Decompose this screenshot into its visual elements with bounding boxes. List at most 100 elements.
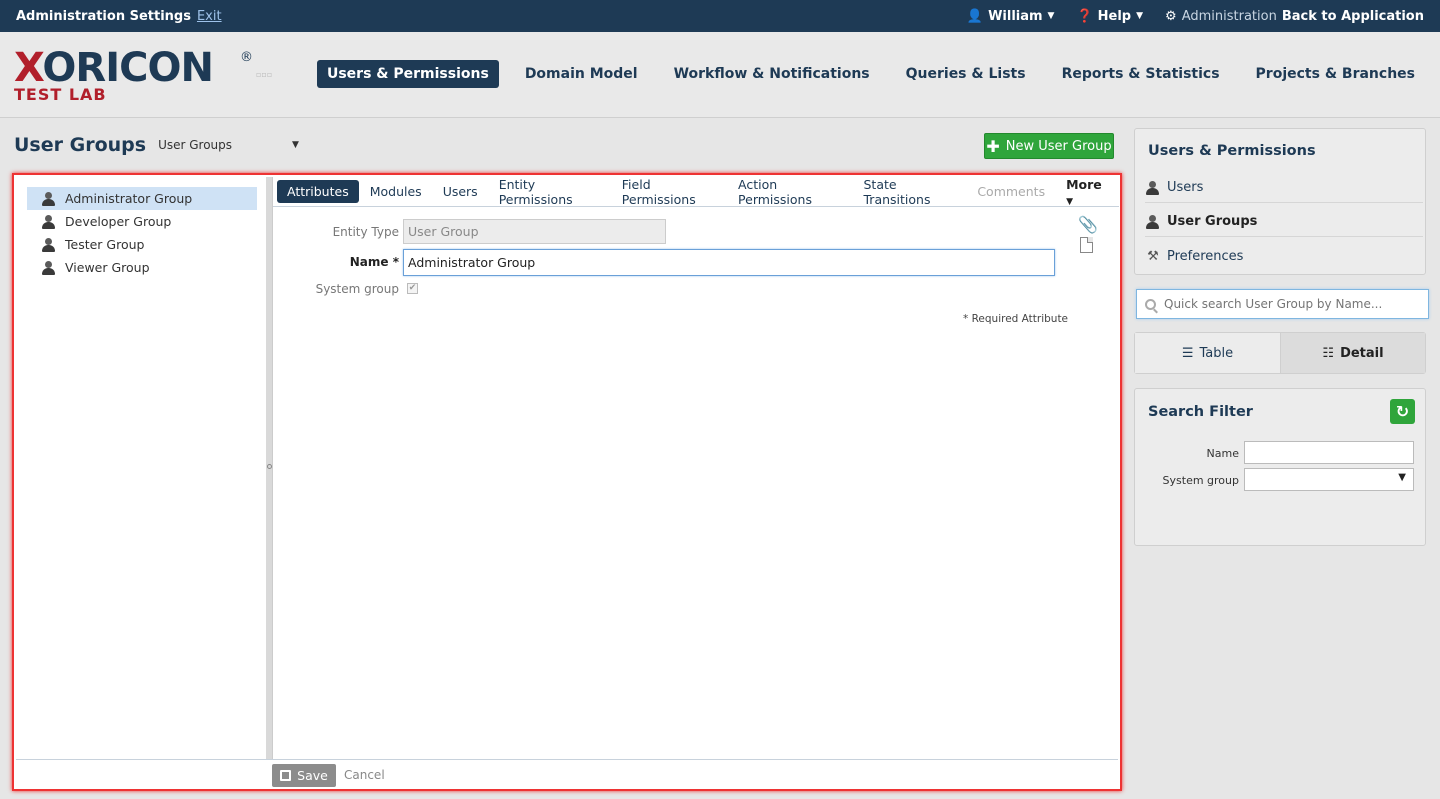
tree-node-tester-group[interactable]: Tester Group xyxy=(27,233,257,256)
tree-node-viewer-group[interactable]: Viewer Group xyxy=(27,256,257,279)
top-bar: Administration Settings Exit 👤 William ▼… xyxy=(0,0,1440,32)
users-permissions-box: Users & Permissions Users User Groups ⚒ … xyxy=(1134,128,1426,275)
chevron-down-icon: ▼ xyxy=(292,140,299,150)
nav-reports-statistics[interactable]: Reports & Statistics xyxy=(1052,60,1230,88)
user-icon xyxy=(1145,180,1161,195)
tools-icon: ⚒ xyxy=(1147,248,1159,264)
entity-type-field: User Group xyxy=(403,219,666,244)
system-group-label: System group xyxy=(315,282,399,296)
filter-name-input[interactable] xyxy=(1244,441,1414,464)
sidebar-item-users[interactable]: Users xyxy=(1145,173,1423,203)
logo-dots-icon: ▫▫▫ xyxy=(256,70,273,79)
tab-users[interactable]: Users xyxy=(433,180,488,203)
tree-node-label: Administrator Group xyxy=(65,191,193,206)
quick-search xyxy=(1136,289,1429,319)
tab-attributes[interactable]: Attributes xyxy=(277,180,359,203)
search-filter-header: Search Filter xyxy=(1148,404,1253,420)
help-menu[interactable]: ❓ Help ▼ xyxy=(1076,9,1143,24)
detail-tabs: Attributes Modules Users Entity Permissi… xyxy=(273,177,1119,207)
gear-icon: ⚙ xyxy=(1165,8,1177,24)
top-bar-right: 👤 William ▼ ❓ Help ▼ ⚙ Administration Ba… xyxy=(967,0,1424,32)
chevron-down-icon: ▼ xyxy=(1398,472,1406,483)
plus-icon: ✚ xyxy=(986,136,1000,156)
tree-node-label: Tester Group xyxy=(65,237,145,252)
detail-view-button[interactable]: ☷ Detail xyxy=(1280,333,1425,373)
logo-registered-mark: ® xyxy=(240,50,253,65)
admin-label: Administration xyxy=(1181,8,1277,24)
search-filter-box: Search Filter ↻ Name System group ▼ xyxy=(1134,388,1426,546)
required-attribute-note: * Required Attribute xyxy=(963,313,1069,325)
detail-view-label: Detail xyxy=(1340,345,1384,361)
user-name: William xyxy=(988,8,1043,24)
sidebar-item-label: Users xyxy=(1167,180,1204,195)
form-footer: Save Cancel xyxy=(16,759,1118,789)
new-user-group-button[interactable]: ✚ New User Group xyxy=(984,133,1114,159)
chevron-down-icon: ▼ xyxy=(1066,196,1074,207)
page-title: User Groups xyxy=(14,134,147,156)
name-input[interactable]: Administrator Group xyxy=(403,249,1055,276)
app-header: XORICON ® TEST LAB ▫▫▫ Users & Permissio… xyxy=(0,32,1440,118)
document-icon[interactable] xyxy=(1080,237,1093,253)
list-icon: ☰ xyxy=(1181,345,1194,361)
nav-workflow-notifications[interactable]: Workflow & Notifications xyxy=(664,60,880,88)
user-group-icon xyxy=(41,260,57,275)
user-group-icon xyxy=(41,237,57,252)
cancel-button[interactable]: Cancel xyxy=(344,768,385,782)
detail-pane: Attributes Modules Users Entity Permissi… xyxy=(272,177,1119,759)
tree-detail-icon: ☷ xyxy=(1322,345,1335,361)
nav-users-permissions[interactable]: Users & Permissions xyxy=(316,60,499,88)
search-icon xyxy=(1145,298,1156,310)
tab-action-permissions[interactable]: Action Permissions xyxy=(728,173,852,211)
save-icon xyxy=(280,770,292,781)
help-label: Help xyxy=(1097,8,1132,24)
sidebar-item-user-groups[interactable]: User Groups xyxy=(1145,207,1423,237)
nav-queries-lists[interactable]: Queries & Lists xyxy=(896,60,1036,88)
nav-projects-branches[interactable]: Projects & Branches xyxy=(1246,60,1425,88)
tab-state-transitions[interactable]: State Transitions xyxy=(854,173,967,211)
tab-more[interactable]: More ▼ xyxy=(1056,173,1118,211)
sidebar-item-preferences[interactable]: ⚒ Preferences xyxy=(1145,241,1423,271)
tab-field-permissions[interactable]: Field Permissions xyxy=(612,173,727,211)
title-row: User Groups User Groups ▼ xyxy=(14,134,299,156)
filter-system-group-label: System group xyxy=(1162,474,1239,487)
main-panel: Administrator Group Developer Group Test… xyxy=(12,173,1122,791)
tab-entity-permissions[interactable]: Entity Permissions xyxy=(489,173,611,211)
filter-name-label: Name xyxy=(1206,447,1239,460)
attributes-form: Entity Type User Group Name * Administra… xyxy=(273,207,1119,759)
quick-search-input[interactable] xyxy=(1164,297,1414,311)
user-group-icon xyxy=(41,191,57,206)
filter-system-group-select[interactable]: ▼ xyxy=(1244,468,1414,491)
xoricon-logo: XORICON ® TEST LAB ▫▫▫ xyxy=(14,45,272,104)
admin-settings-title: Administration Settings xyxy=(16,8,191,24)
view-select[interactable]: User Groups ▼ xyxy=(158,138,299,152)
save-button[interactable]: Save xyxy=(272,764,336,787)
user-group-icon xyxy=(1145,214,1161,229)
group-tree: Administrator Group Developer Group Test… xyxy=(16,177,266,759)
refresh-icon[interactable]: ↻ xyxy=(1390,399,1415,424)
tree-node-developer-group[interactable]: Developer Group xyxy=(27,210,257,233)
name-label: Name * xyxy=(349,255,399,269)
sidebar-item-label: Preferences xyxy=(1167,248,1244,264)
sidebar-item-label: User Groups xyxy=(1167,214,1258,229)
save-label: Save xyxy=(297,768,328,783)
exit-link[interactable]: Exit xyxy=(197,9,222,24)
tree-node-administrator-group[interactable]: Administrator Group xyxy=(27,187,257,210)
table-view-button[interactable]: ☰ Table xyxy=(1135,333,1280,373)
logo-brand: XORICON xyxy=(14,45,214,91)
tab-modules[interactable]: Modules xyxy=(360,180,432,203)
help-icon: ❓ xyxy=(1076,8,1093,24)
nav-domain-model[interactable]: Domain Model xyxy=(515,60,648,88)
top-bar-left: Administration Settings Exit xyxy=(16,0,222,32)
view-toggle: ☰ Table ☷ Detail xyxy=(1134,332,1426,374)
chevron-down-icon: ▼ xyxy=(1047,11,1055,21)
tree-node-label: Developer Group xyxy=(65,214,172,229)
new-user-group-label: New User Group xyxy=(1005,138,1112,154)
main-nav: Users & Permissions Domain Model Workflo… xyxy=(316,60,1425,88)
back-to-app-label: Back to Application xyxy=(1281,8,1424,24)
paperclip-icon[interactable]: 📎 xyxy=(1078,215,1098,234)
entity-type-label: Entity Type xyxy=(332,225,399,239)
system-group-checkbox: ✔ xyxy=(407,283,418,294)
admin-back-link[interactable]: ⚙ Administration Back to Application xyxy=(1165,9,1424,24)
user-menu[interactable]: 👤 William ▼ xyxy=(967,9,1055,24)
user-group-icon xyxy=(41,214,57,229)
